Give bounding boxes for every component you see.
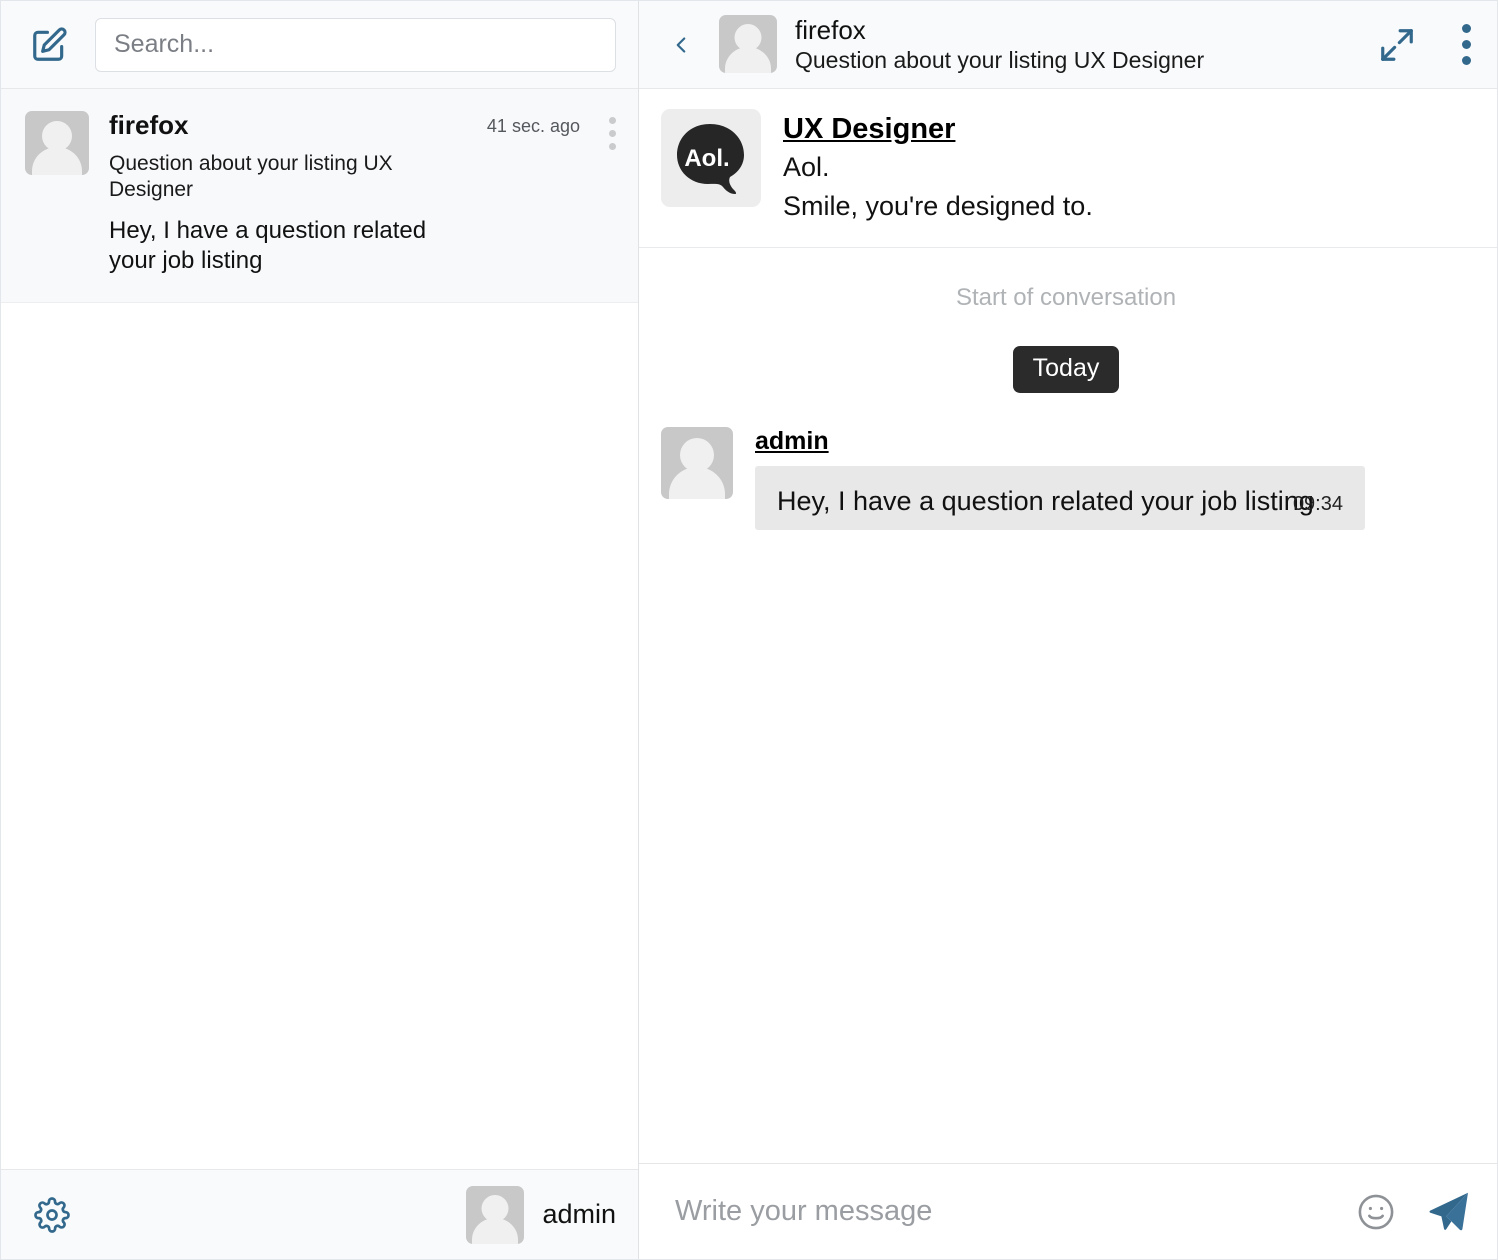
- chat-subtitle: Question about your listing UX Designer: [795, 47, 1205, 74]
- avatar: [25, 111, 89, 175]
- aol-speech-bubble-logo: Aol.: [661, 109, 761, 207]
- message-input[interactable]: [675, 1195, 1333, 1228]
- send-paper-plane-icon[interactable]: [1419, 1188, 1473, 1236]
- more-vertical-icon[interactable]: [604, 111, 620, 276]
- listing-profile-strip: Aol. UX Designer Aol. Smile, you're desi…: [639, 89, 1497, 248]
- search-input[interactable]: [95, 17, 616, 72]
- start-of-conversation-note: Start of conversation: [955, 283, 1177, 311]
- conversation-list-item[interactable]: firefox 41 sec. ago Question about your …: [1, 89, 638, 304]
- message-content: admin Hey, I have a question related you…: [755, 427, 1365, 531]
- message-text: Hey, I have a question related your job …: [777, 485, 1314, 516]
- search-field-wrapper: [95, 17, 616, 72]
- conversations-footer: admin: [1, 1169, 638, 1259]
- svg-text:Aol.: Aol.: [684, 145, 729, 172]
- chat-title: firefox: [795, 14, 866, 45]
- gear-icon[interactable]: [31, 1194, 73, 1236]
- conversation-sender-name: firefox: [109, 110, 189, 140]
- listing-tagline: Smile, you're designed to.: [783, 190, 1093, 221]
- listing-title[interactable]: UX Designer: [783, 111, 955, 147]
- chat-panel: firefox Question about your listing UX D…: [639, 1, 1497, 1259]
- current-user[interactable]: admin: [466, 1185, 616, 1244]
- message-composer: [639, 1163, 1497, 1259]
- conversation-item-body: firefox 41 sec. ago Question about your …: [109, 110, 584, 276]
- message-author[interactable]: admin: [755, 427, 829, 456]
- avatar: [661, 426, 733, 499]
- chevron-left-icon[interactable]: [661, 23, 701, 67]
- listing-company: Aol.: [783, 152, 830, 183]
- more-vertical-icon[interactable]: [1462, 24, 1471, 65]
- expand-arrows-icon[interactable]: [1378, 26, 1416, 64]
- avatar: [719, 15, 777, 74]
- conversation-item-top-row: firefox 41 sec. ago: [109, 110, 580, 141]
- message-list[interactable]: Start of conversation Today admin Hey, I…: [639, 247, 1497, 1163]
- conversation-list[interactable]: firefox 41 sec. ago Question about your …: [1, 89, 638, 1169]
- avatar: [466, 1185, 525, 1244]
- smiley-icon[interactable]: [1355, 1191, 1397, 1233]
- day-badge: Today: [1012, 345, 1120, 393]
- message-row: admin Hey, I have a question related you…: [661, 426, 1471, 531]
- listing-profile-texts: UX Designer Aol. Smile, you're designed …: [783, 109, 1093, 225]
- chat-header-actions: [1378, 24, 1471, 65]
- current-user-name: admin: [542, 1199, 616, 1229]
- chat-header: firefox Question about your listing UX D…: [639, 1, 1497, 89]
- chat-app: firefox 41 sec. ago Question about your …: [0, 0, 1498, 1260]
- chat-header-identity[interactable]: firefox Question about your listing UX D…: [719, 15, 1204, 75]
- conversation-preview: Hey, I have a question related your job …: [109, 217, 427, 275]
- chat-header-texts: firefox Question about your listing UX D…: [795, 15, 1204, 75]
- compose-pencil-icon[interactable]: [27, 23, 71, 67]
- conversations-header: [1, 1, 638, 89]
- conversation-subject: Question about your listing UX Designer: [109, 151, 393, 201]
- conversations-panel: firefox 41 sec. ago Question about your …: [1, 1, 639, 1259]
- day-separator: Today: [661, 345, 1471, 393]
- conversation-timestamp: 41 sec. ago: [486, 116, 580, 136]
- message-bubble: Hey, I have a question related your job …: [755, 465, 1365, 531]
